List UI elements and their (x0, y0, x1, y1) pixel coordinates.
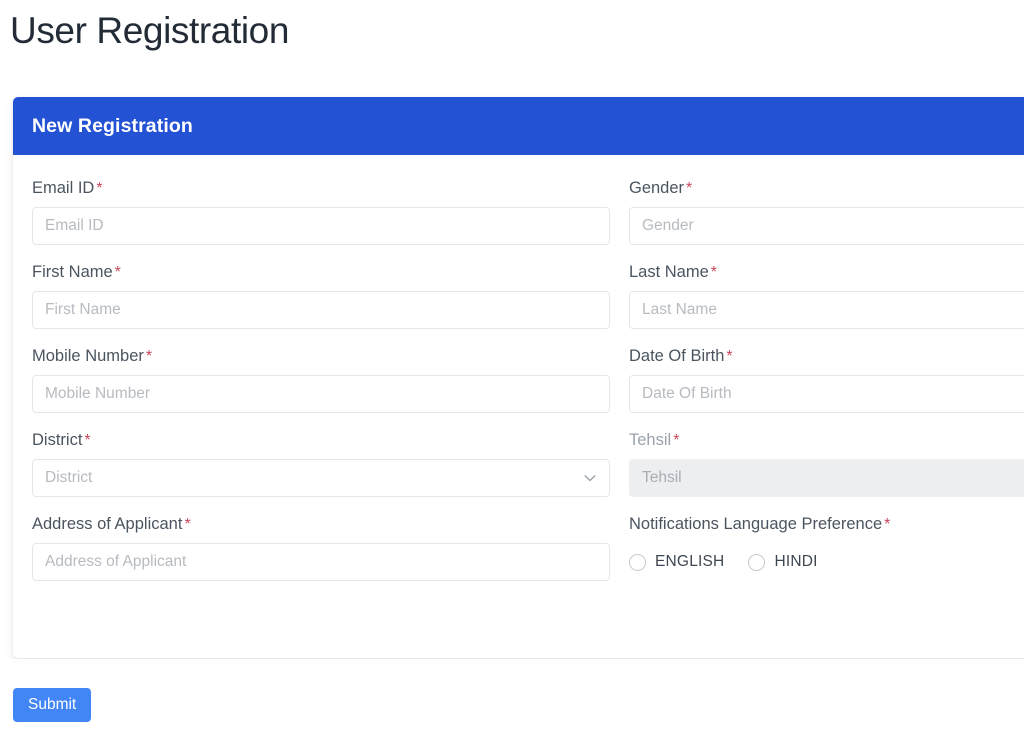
required-marker: * (711, 264, 717, 281)
card-header: New Registration (13, 97, 1024, 155)
required-marker: * (115, 264, 121, 281)
label-tehsil: Tehsil* (629, 429, 1024, 452)
field-group-district: District* District (32, 429, 610, 497)
label-mobile-number-text: Mobile Number (32, 347, 144, 365)
form-column-left: Address of Applicant* Address of Applica… (32, 513, 610, 597)
required-marker: * (884, 516, 890, 533)
label-gender-text: Gender (629, 179, 684, 197)
label-mobile-number: Mobile Number* (32, 345, 610, 368)
email-input[interactable]: Email ID (32, 207, 610, 245)
new-registration-card: New Registration Email ID* Email ID Gend… (13, 97, 1024, 658)
card-header-title: New Registration (32, 115, 193, 138)
radio-label-hindi: HINDI (774, 552, 817, 572)
field-group-address: Address of Applicant* Address of Applica… (32, 513, 610, 581)
label-district: District* (32, 429, 610, 452)
form-row: Email ID* Email ID Gender* Gender (32, 177, 1024, 261)
required-marker: * (673, 432, 679, 449)
radio-circle-icon[interactable] (748, 554, 765, 571)
label-address: Address of Applicant* (32, 513, 610, 536)
label-district-text: District (32, 431, 82, 449)
label-first-name: First Name* (32, 261, 610, 284)
page-title: User Registration (10, 6, 289, 56)
form-column-right: Notifications Language Preference* ENGLI… (629, 513, 1024, 597)
field-group-date-of-birth: Date Of Birth* Date Of Birth (629, 345, 1024, 413)
label-language-preference: Notifications Language Preference* (629, 513, 1024, 536)
required-marker: * (84, 432, 90, 449)
field-group-last-name: Last Name* Last Name (629, 261, 1024, 329)
gender-select[interactable]: Gender (629, 207, 1024, 245)
form-column-left: Email ID* Email ID (32, 177, 610, 261)
label-email: Email ID* (32, 177, 610, 200)
district-select[interactable]: District (32, 459, 610, 497)
first-name-input[interactable]: First Name (32, 291, 610, 329)
field-group-email: Email ID* Email ID (32, 177, 610, 245)
label-last-name: Last Name* (629, 261, 1024, 284)
field-group-tehsil: Tehsil* Tehsil (629, 429, 1024, 497)
form-column-left: Mobile Number* Mobile Number (32, 345, 610, 429)
label-date-of-birth-text: Date Of Birth (629, 347, 724, 365)
form-column-right: Tehsil* Tehsil (629, 429, 1024, 513)
field-group-first-name: First Name* First Name (32, 261, 610, 329)
address-input[interactable]: Address of Applicant (32, 543, 610, 581)
form-column-right: Gender* Gender (629, 177, 1024, 261)
form-column-left: First Name* First Name (32, 261, 610, 345)
language-preference-radio-group: ENGLISH HINDI (629, 543, 1024, 581)
last-name-input[interactable]: Last Name (629, 291, 1024, 329)
page-footer-area (0, 659, 1024, 735)
date-of-birth-input[interactable]: Date Of Birth (629, 375, 1024, 413)
field-group-language-preference: Notifications Language Preference* ENGLI… (629, 513, 1024, 581)
required-marker: * (146, 348, 152, 365)
form-column-right: Date Of Birth* Date Of Birth (629, 345, 1024, 429)
tehsil-select: Tehsil (629, 459, 1024, 497)
label-address-text: Address of Applicant (32, 515, 182, 533)
district-select-wrap: District (32, 459, 610, 497)
radio-label-english: ENGLISH (655, 552, 724, 572)
required-marker: * (96, 180, 102, 197)
form-column-left: District* District (32, 429, 610, 513)
label-email-text: Email ID (32, 179, 94, 197)
required-marker: * (184, 516, 190, 533)
label-first-name-text: First Name (32, 263, 113, 281)
radio-option-english[interactable]: ENGLISH (629, 552, 724, 572)
radio-option-hindi[interactable]: HINDI (748, 552, 817, 572)
required-marker: * (686, 180, 692, 197)
label-date-of-birth: Date Of Birth* (629, 345, 1024, 368)
form-column-right: Last Name* Last Name (629, 261, 1024, 345)
form-row: Address of Applicant* Address of Applica… (32, 513, 1024, 597)
radio-circle-icon[interactable] (629, 554, 646, 571)
user-registration-page: User Registration New Registration Email… (0, 0, 1024, 735)
mobile-number-input[interactable]: Mobile Number (32, 375, 610, 413)
label-tehsil-text: Tehsil (629, 431, 671, 449)
field-group-gender: Gender* Gender (629, 177, 1024, 245)
registration-form: Email ID* Email ID Gender* Gender First … (13, 155, 1024, 623)
required-marker: * (726, 348, 732, 365)
label-last-name-text: Last Name (629, 263, 709, 281)
field-group-mobile-number: Mobile Number* Mobile Number (32, 345, 610, 413)
form-row: District* District Tehsil (32, 429, 1024, 513)
submit-button[interactable]: Submit (13, 688, 91, 722)
label-language-preference-text: Notifications Language Preference (629, 515, 882, 533)
form-row: Mobile Number* Mobile Number Date Of Bir… (32, 345, 1024, 429)
form-row: First Name* First Name Last Name* Last N… (32, 261, 1024, 345)
label-gender: Gender* (629, 177, 1024, 200)
